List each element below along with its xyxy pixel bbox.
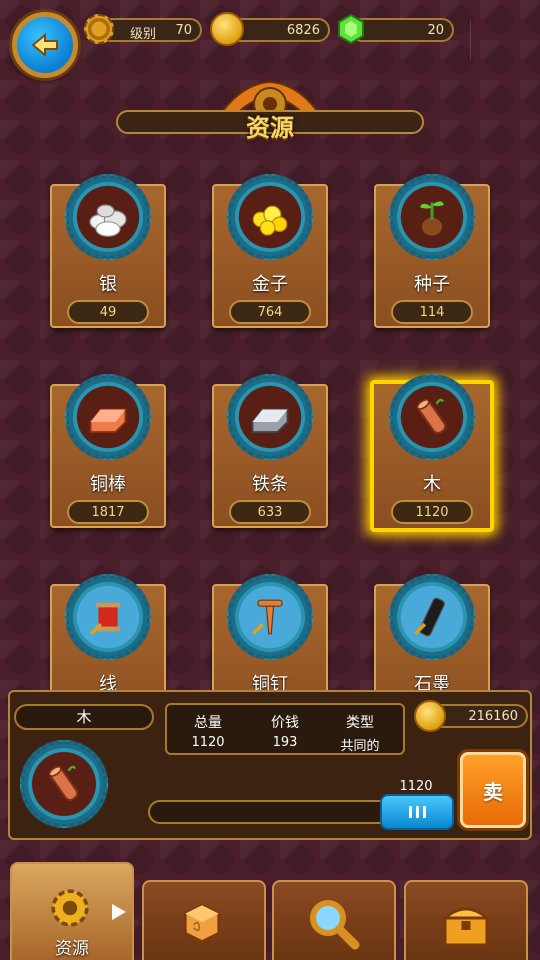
resource-count: 114 (391, 300, 473, 324)
sell-coin-icon (414, 700, 446, 732)
tab-label: 资源 (55, 939, 89, 959)
stat-total-header: 总量 (194, 715, 222, 731)
level-label: 级别 (130, 27, 157, 42)
selected-name: 木 (14, 704, 154, 730)
dice-icon (174, 894, 230, 954)
treasure-chest-icon (436, 894, 496, 958)
back-arrow-icon (31, 32, 58, 58)
resource-label: 铁条 (252, 474, 288, 495)
copper-nail-icon (227, 574, 313, 660)
thread-spool-icon (65, 574, 151, 660)
resource-count: 49 (67, 300, 149, 324)
sell-total-value: 216160 (468, 708, 518, 724)
stat-total-value: 1120 (191, 735, 225, 750)
seed-sprout-icon (389, 174, 475, 260)
back-button[interactable] (12, 12, 78, 78)
tab-arrow-icon (110, 902, 128, 926)
quantity-slider-thumb[interactable] (380, 794, 454, 830)
stat-type-header: 类型 (346, 715, 374, 731)
gem-icon (338, 14, 364, 44)
silver-ore-icon (65, 174, 151, 260)
resource-count: 764 (229, 300, 311, 324)
page-title: 资源 (246, 114, 294, 142)
resource-label: 铜棒 (90, 474, 126, 495)
wood-log-icon (389, 374, 475, 460)
magnifier-icon (304, 894, 364, 958)
resource-label: 金子 (252, 274, 288, 295)
level-value: 70 (175, 22, 192, 38)
coins-value: 6826 (286, 22, 320, 38)
resource-count: 633 (229, 500, 311, 524)
coin-icon (210, 12, 244, 46)
divider-line (470, 20, 471, 60)
stat-price-header: 价钱 (271, 715, 299, 731)
resource-label: 木 (423, 474, 441, 495)
gems-value: 20 (427, 22, 444, 38)
slider-value-label: 1120 (399, 779, 433, 794)
resource-count: 1817 (67, 500, 149, 524)
resource-label: 银 (99, 274, 117, 295)
gold-nuggets-icon (227, 174, 313, 260)
stat-type-value: 共同的 (340, 739, 380, 754)
gear-icon (46, 884, 94, 936)
graphite-rod-icon (389, 574, 475, 660)
resource-label: 种子 (414, 274, 450, 295)
stat-price-value: 193 (272, 735, 298, 750)
level-gear-icon (84, 14, 114, 44)
copper-bar-icon (65, 374, 151, 460)
selected-item-icon (20, 740, 108, 828)
sell-button[interactable]: 卖 (460, 752, 526, 828)
iron-bar-icon (227, 374, 313, 460)
resource-count: 1120 (391, 500, 473, 524)
